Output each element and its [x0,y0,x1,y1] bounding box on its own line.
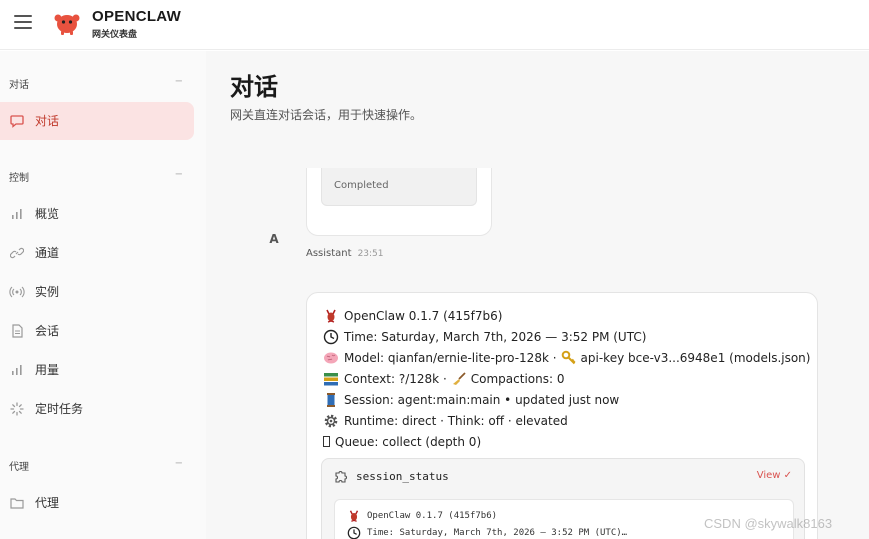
gear-icon [323,413,339,429]
clock-icon [323,329,339,345]
sidebar-item-sessions[interactable]: 会话 [0,312,194,350]
brand-subtitle: 网关仪表盘 [92,30,138,40]
view-button[interactable]: View ✓ [757,470,792,481]
broadcast-icon [9,284,25,300]
status-line: Queue: collect (depth 0) [323,431,817,452]
sidebar-item-instances[interactable]: 实例 [0,273,194,311]
status-text: Model: qianfan/ernie-lite-pro-128k · [344,350,557,365]
status-line: Context: ?/128k · Compactions: 0 [323,368,817,389]
status-text: Runtime: direct · Think: off · elevated [344,413,568,428]
collapse-icon[interactable]: − [175,458,183,469]
section-label: 对话 [9,80,29,91]
lobster-icon [323,308,339,324]
sidebar-item-label: 代理 [35,496,60,510]
status-text: Compactions: 0 [470,371,565,386]
status-text: OpenClaw 0.1.7 (415f7b6) [344,308,503,323]
sidebar-item-agents[interactable]: 代理 [0,484,194,522]
collapse-icon[interactable]: − [175,76,183,87]
status-text: Session: agent:main:main • updated just … [344,392,620,407]
menu-icon[interactable] [14,15,32,29]
brand: OPENCLAW 网关仪表盘 [92,8,182,41]
sidebar-item-cron[interactable]: 定时任务 [0,390,194,428]
status-line: Model: qianfan/ernie-lite-pro-128k · api… [323,347,817,368]
page-title: 对话 [230,73,278,101]
thread-icon [323,392,339,408]
status-line: Time: Saturday, March 7th, 2026 — 3:52 P… [323,326,817,347]
main-content: 对话 网关直连对话会话，用于快速操作。 Completed A Assistan… [206,51,869,539]
sidebar-item-label: 通道 [35,246,60,260]
sidebar: 对话 − 对话 控制 − 概览 通道 实例 会话 用量 定时任务 代理 − 代理 [0,51,206,539]
brain-icon [323,350,339,366]
section-header-control[interactable]: 控制 − [9,169,187,184]
status-text: Time: Saturday, March 7th, 2026 — 3:52 P… [344,329,647,344]
books-icon [323,371,339,387]
status-text: Context: ?/128k · [344,371,447,386]
status-line: OpenClaw 0.1.7 (415f7b6) [323,305,817,326]
message-time: 23:51 [357,249,384,259]
sidebar-item-chat[interactable]: 对话 [0,102,194,140]
page-subtitle: 网关直连对话会话，用于快速操作。 [230,108,423,122]
sidebar-item-overview[interactable]: 概览 [0,195,194,233]
output-text: Time: Saturday, March 7th, 2026 — 3:52 P… [367,527,628,538]
document-icon [9,323,25,339]
brand-title: OPENCLAW [92,8,182,25]
output-text: OpenClaw 0.1.7 (415f7b6) [367,510,498,521]
link-icon [9,245,25,261]
sidebar-item-label: 用量 [35,363,60,377]
section-header-chat[interactable]: 对话 − [9,76,187,91]
key-icon [561,350,577,366]
openclaw-logo-icon [54,14,80,35]
status-text: Queue: collect (depth 0) [335,434,482,449]
watermark: CSDN @skywalk8163 [704,516,833,531]
status-line: Runtime: direct · Think: off · elevated [323,410,817,431]
assistant-message-bubble: OpenClaw 0.1.7 (415f7b6) Time: Saturday,… [306,292,818,539]
collapse-icon[interactable]: − [175,169,183,180]
bar-chart-icon [9,206,25,222]
sidebar-item-label: 定时任务 [35,402,84,416]
sidebar-item-label: 实例 [35,285,60,299]
sidebar-item-label: 会话 [35,324,60,338]
folder-icon [9,495,25,511]
sender-name: Assistant [306,248,352,259]
tool-header: session_status [334,469,449,483]
loader-icon [9,401,25,417]
bar-chart-icon [9,362,25,378]
status-line: Session: agent:main:main • updated just … [323,389,817,410]
avatar: A [269,232,279,246]
message-meta: Assistant 23:51 [306,248,384,259]
clock-icon [347,526,361,539]
lobster-icon [347,509,361,523]
status-text: api-key bce-v3...6948e1 (models.json) [580,350,811,365]
section-header-agents[interactable]: 代理 − [9,458,187,473]
sidebar-item-usage[interactable]: 用量 [0,351,194,389]
broom-icon [451,371,467,387]
chat-bubble-icon [9,113,25,129]
completed-status: Completed [321,168,477,206]
puzzle-icon [334,469,348,483]
queue-icon [323,436,330,447]
section-label: 控制 [9,173,29,184]
section-label: 代理 [9,462,29,473]
tool-name: session_status [356,469,449,483]
previous-message-bubble: Completed [306,168,492,236]
sidebar-item-channels[interactable]: 通道 [0,234,194,272]
top-bar: OPENCLAW 网关仪表盘 [0,0,869,50]
sidebar-item-label: 概览 [35,207,60,221]
sidebar-item-label: 对话 [35,114,60,128]
